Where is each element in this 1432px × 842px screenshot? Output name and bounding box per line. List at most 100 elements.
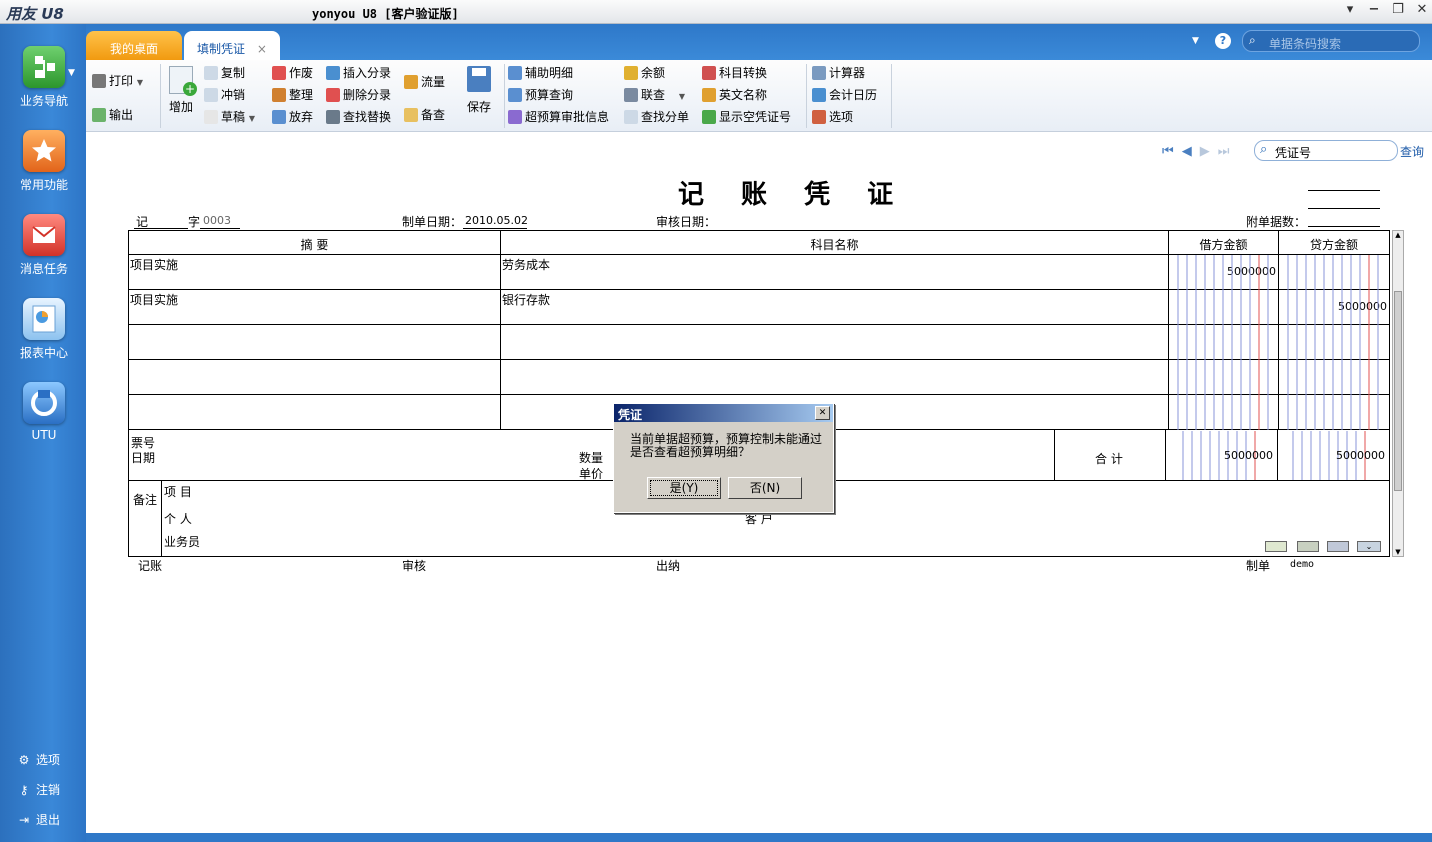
summary-cell[interactable] [129,395,501,430]
favorites-star-icon [23,130,65,172]
aux-query-icon[interactable] [1297,541,1319,552]
menu-dropdown-icon[interactable]: ▾ [1340,2,1360,17]
vertical-scrollbar[interactable]: ▲ ▼ [1392,230,1404,557]
subject-cell[interactable]: 劳务成本 [501,255,1169,290]
subject-cell[interactable] [501,395,1169,430]
subject-cell[interactable]: 银行存款 [501,290,1169,325]
over-budget-icon [508,110,522,124]
report-center-icon [23,298,65,340]
scroll-down-icon[interactable]: ▼ [1393,548,1403,556]
void-icon [272,66,286,80]
copy-icon [204,66,218,80]
summary-cell[interactable] [129,360,501,395]
export-button[interactable]: 输出 [92,106,133,124]
summary-cell[interactable] [129,325,501,360]
tab-voucher[interactable]: 填制凭证 × [184,31,280,60]
english-name-button[interactable]: 英文名称 [702,86,767,104]
barcode-search-box[interactable]: ⌕ 单据条码搜索 [1242,30,1420,52]
arrange-label: 整理 [289,88,314,102]
nav-utu-label: UTU [31,428,57,442]
draft-button[interactable]: 草稿 ▼ [204,108,255,126]
abandon-button[interactable]: 放弃 [272,108,313,126]
restore-button[interactable]: ❐ [1388,2,1408,17]
delete-entry-button[interactable]: 删除分录 [326,86,391,104]
summary-header: 摘 要 [129,231,501,255]
message-task-icon [23,214,65,256]
cashflow-button[interactable]: 流量 [404,73,445,91]
attachments-input[interactable] [1308,226,1380,227]
subject-convert-label: 科目转换 [719,66,768,80]
find-entry-button[interactable]: 查找分单 [624,108,689,126]
aux-detail-button[interactable]: 辅助明细 [508,64,573,82]
void-button[interactable]: 作废 [272,64,313,82]
last-record-icon[interactable]: ⏭ [1218,144,1238,159]
subject-cell[interactable] [501,360,1169,395]
print-button[interactable]: 打印 ▼ [92,72,143,90]
summary-cell[interactable]: 项目实施 [129,255,501,290]
show-empty-no-button[interactable]: 显示空凭证号 [702,108,791,126]
chevron-down-icon[interactable]: ▼ [68,68,75,78]
search-icon: ⌕ [1260,142,1268,157]
budget-query-button[interactable]: 预算查询 [508,86,573,104]
next-record-icon[interactable]: ▶ [1200,144,1218,159]
subject-cell[interactable] [501,325,1169,360]
aux-edit-icon[interactable] [1265,541,1287,552]
tab-list-dropdown-icon[interactable]: ▼ [1192,36,1199,46]
no-button[interactable]: 否(N) [728,477,802,499]
nav-options[interactable]: ⚙ 选项 [16,751,60,768]
dialog-close-icon[interactable]: ✕ [815,406,830,420]
calculator-button[interactable]: 计算器 [812,64,865,82]
voucher-date-input[interactable]: 2010.05.02 [465,214,528,227]
voucher-number[interactable]: 0003 [203,214,231,227]
prev-record-icon[interactable]: ◀ [1182,144,1200,159]
total-label: 合 计 [1095,452,1123,466]
record-nav: ⏮◀▶⏭ [1162,144,1237,159]
balance-button[interactable]: 余额 [624,64,665,82]
subject-convert-button[interactable]: 科目转换 [702,64,767,82]
options-button[interactable]: 选项 [812,108,853,126]
nav-favorites[interactable]: 常用功能 [6,130,82,193]
expand-down-icon[interactable]: ⌄ [1357,541,1381,552]
query-link[interactable]: 查询 [1400,143,1424,160]
barcode-search-input[interactable]: 单据条码搜索 [1269,35,1341,52]
nav-messages[interactable]: 消息任务 [6,214,82,277]
nav-logout[interactable]: ⚷ 注销 [16,781,60,798]
nav-business-label: 业务导航 [19,94,68,108]
help-icon[interactable]: ? [1215,33,1231,49]
nav-exit[interactable]: ⇥ 退出 [16,811,60,828]
divider [161,481,162,557]
budget-query-label: 预算查询 [525,88,574,102]
minimize-button[interactable]: − [1364,2,1384,17]
yes-button[interactable]: 是(Y) [647,477,721,499]
insert-entry-button[interactable]: 插入分录 [326,64,391,82]
close-window-button[interactable]: ✕ [1412,2,1432,17]
voucher-no-input[interactable]: 凭证号 [1275,144,1311,161]
aux-tools-icon[interactable] [1327,541,1349,552]
acc-calendar-button[interactable]: 会计日历 [812,86,877,104]
linked-query-button[interactable]: 联查 ▼ [624,86,685,104]
memo-button[interactable]: 备查 [404,106,445,124]
nav-utu[interactable]: UTU [6,382,82,442]
voucher-no-search[interactable]: ⌕ 凭证号 [1254,140,1398,161]
tab-close-icon[interactable]: × [257,42,267,56]
add-button[interactable]: + 增加 [166,66,197,115]
exit-icon: ⇥ [18,813,30,827]
arrange-button[interactable]: 整理 [272,86,313,104]
over-budget-info-button[interactable]: 超预算审批信息 [508,108,609,126]
cashflow-icon [404,75,418,89]
find-replace-button[interactable]: 查找替换 [326,108,391,126]
summary-cell[interactable]: 项目实施 [129,290,501,325]
save-button[interactable]: 保存 [464,66,494,115]
first-record-icon[interactable]: ⏮ [1162,144,1182,159]
english-name-icon [702,88,716,102]
scroll-thumb[interactable] [1394,291,1402,491]
nav-reports[interactable]: 报表中心 [6,298,82,361]
reverse-button[interactable]: 冲销 [204,86,245,104]
copy-button[interactable]: 复制 [204,64,245,82]
tab-desktop[interactable]: 我的桌面 [86,31,182,60]
over-budget-label: 超预算审批信息 [525,110,610,124]
scroll-up-icon[interactable]: ▲ [1393,231,1403,239]
nav-messages-label: 消息任务 [19,262,68,276]
calculator-label: 计算器 [829,66,866,80]
add-label: 增加 [168,100,193,114]
